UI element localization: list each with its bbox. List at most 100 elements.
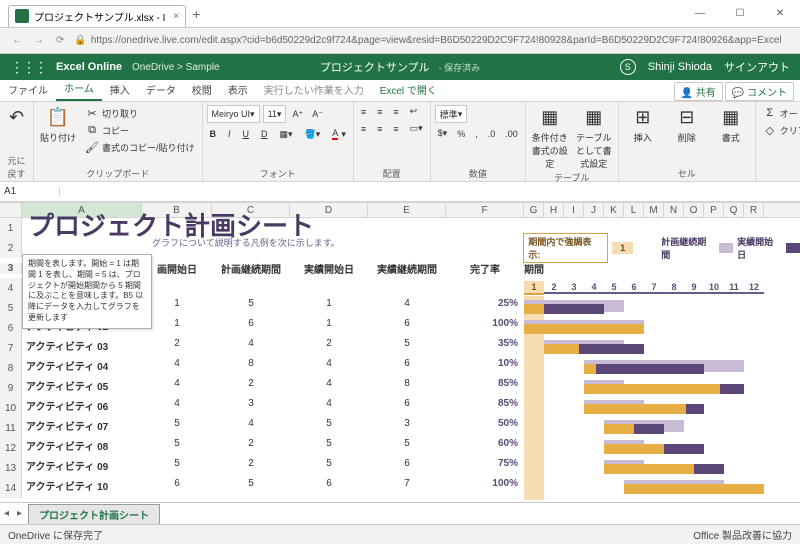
activity-name[interactable]: アクティビティ 05: [22, 378, 142, 398]
currency-button[interactable]: $▾: [435, 127, 451, 140]
comma-button[interactable]: ,: [472, 127, 481, 140]
spreadsheet-grid[interactable]: A BC DE FG HI JK LM NO PQ R プロジェクト計画シート …: [0, 202, 800, 502]
align-top[interactable]: ≡: [358, 105, 369, 118]
app-name[interactable]: Excel Online: [56, 61, 122, 73]
url-field[interactable]: https://onedrive.live.com/edit.aspx?cid=…: [91, 35, 782, 46]
refresh-button[interactable]: ⟳: [56, 35, 64, 46]
border-button[interactable]: ▦▾: [277, 127, 296, 141]
user-name[interactable]: Shinji Shioda: [648, 61, 712, 73]
dec-dec[interactable]: .00: [502, 127, 521, 140]
font-size-select[interactable]: 11 ▾: [263, 105, 287, 123]
activity-name[interactable]: アクティビティ 04: [22, 358, 142, 378]
new-tab-button[interactable]: +: [192, 6, 200, 22]
table-row[interactable]: 12 アクティビティ 08 5 2 5 5 60%: [0, 438, 800, 458]
close-tab-icon[interactable]: ×: [173, 11, 179, 22]
activity-name[interactable]: アクティビティ 08: [22, 438, 142, 458]
status-right[interactable]: Office 製品改善に協力: [693, 527, 792, 542]
row-10[interactable]: 10: [0, 398, 22, 418]
italic-button[interactable]: I: [225, 127, 234, 141]
activity-name[interactable]: アクティビティ 06: [22, 398, 142, 418]
row-12[interactable]: 12: [0, 438, 22, 458]
maximize-button[interactable]: ☐: [720, 0, 760, 28]
fontcolor-button[interactable]: A▾: [329, 127, 349, 141]
row-9[interactable]: 9: [0, 378, 22, 398]
sign-out[interactable]: サインアウト: [724, 59, 790, 75]
format-cells[interactable]: ▦書式: [711, 105, 751, 144]
align-mid[interactable]: ≡: [374, 105, 385, 118]
forward-button[interactable]: →: [34, 35, 44, 46]
row-3[interactable]: 3: [0, 263, 22, 274]
comments-button[interactable]: 💬 コメント: [725, 82, 794, 101]
underline-button[interactable]: U: [240, 127, 253, 141]
tab-file[interactable]: ファイル: [0, 78, 56, 101]
doc-title[interactable]: プロジェクトサンプル: [320, 62, 430, 74]
align-center[interactable]: ≡: [374, 122, 385, 135]
table-row[interactable]: 14 アクティビティ 10 6 5 6 7 100%: [0, 478, 800, 498]
breadcrumb[interactable]: OneDrive > Sample: [132, 62, 220, 73]
table-row[interactable]: 13 アクティビティ 09 5 2 5 6 75%: [0, 458, 800, 478]
row-11[interactable]: 11: [0, 418, 22, 438]
wrap-text[interactable]: ↩: [407, 105, 421, 118]
delete-cells[interactable]: ⊟削除: [667, 105, 707, 144]
activity-name[interactable]: アクティビティ 03: [22, 338, 142, 358]
highlight-value[interactable]: 1: [612, 242, 633, 254]
table-row[interactable]: 7 アクティビティ 03 2 4 2 5 35%: [0, 338, 800, 358]
cut-button[interactable]: ✂切り取り: [82, 105, 198, 121]
select-all[interactable]: [0, 203, 22, 217]
row-5[interactable]: 5: [0, 298, 22, 318]
table-row[interactable]: 10 アクティビティ 06 4 3 4 6 85%: [0, 398, 800, 418]
paste-button[interactable]: 📋貼り付け: [38, 105, 78, 144]
copy-button[interactable]: ⧉コピー: [82, 122, 198, 138]
insert-cells[interactable]: ⊞挿入: [623, 105, 663, 144]
row-8[interactable]: 8: [0, 358, 22, 378]
row-1[interactable]: 1: [0, 218, 22, 238]
name-box[interactable]: A1: [0, 186, 60, 197]
tab-data[interactable]: データ: [138, 78, 184, 101]
align-right[interactable]: ≡: [390, 122, 401, 135]
activity-name[interactable]: アクティビティ 10: [22, 478, 142, 498]
skype-icon[interactable]: S: [620, 59, 636, 75]
tab-review[interactable]: 校閲: [184, 78, 220, 101]
activity-name[interactable]: アクティビティ 09: [22, 458, 142, 478]
align-left[interactable]: ≡: [358, 122, 369, 135]
undo-button[interactable]: ↶: [4, 105, 29, 129]
share-button[interactable]: 👤 共有: [674, 82, 723, 101]
table-row[interactable]: 8 アクティビティ 04 4 8 4 6 10%: [0, 358, 800, 378]
row-7[interactable]: 7: [0, 338, 22, 358]
app-launcher-icon[interactable]: ⋮⋮⋮: [10, 59, 46, 76]
tab-insert[interactable]: 挿入: [102, 78, 138, 101]
format-table-button[interactable]: ▦テーブルとして書式設定: [574, 105, 614, 170]
row-13[interactable]: 13: [0, 458, 22, 478]
table-row[interactable]: 11 アクティビティ 07 5 4 5 3 50%: [0, 418, 800, 438]
table-row[interactable]: 9 アクティビティ 05 4 2 4 8 85%: [0, 378, 800, 398]
cond-format-button[interactable]: ▦条件付き書式の設定: [530, 105, 570, 170]
shrink-font[interactable]: A⁻: [309, 105, 326, 123]
autosum-button[interactable]: Σオート SUM ▾: [760, 105, 800, 121]
format-painter-button[interactable]: 🖌書式のコピー/貼り付け: [82, 139, 198, 155]
number-format-select[interactable]: 標準 ▾: [435, 105, 468, 123]
activity-name[interactable]: アクティビティ 07: [22, 418, 142, 438]
row-14[interactable]: 14: [0, 478, 22, 498]
row-4[interactable]: 4: [0, 278, 22, 298]
close-window-button[interactable]: ✕: [760, 0, 800, 28]
inc-dec[interactable]: .0: [485, 127, 499, 140]
grow-font[interactable]: A⁺: [289, 105, 306, 123]
bold-button[interactable]: B: [207, 127, 220, 141]
tab-view[interactable]: 表示: [220, 78, 256, 101]
percent-button[interactable]: %: [454, 127, 468, 140]
open-in-excel[interactable]: Excel で開く: [372, 78, 445, 101]
back-button[interactable]: ←: [12, 35, 22, 46]
browser-tab[interactable]: プロジェクトサンプル.xlsx - I ×: [8, 5, 186, 27]
sheet-nav-next[interactable]: ▸: [13, 508, 26, 519]
row-6[interactable]: 6: [0, 318, 22, 338]
tell-me-box[interactable]: 実行したい作業を入力: [256, 78, 372, 101]
tab-home[interactable]: ホーム: [56, 76, 102, 101]
clear-button[interactable]: ◇クリア ▾: [760, 122, 800, 138]
minimize-button[interactable]: —: [680, 0, 720, 28]
dunder-button[interactable]: D: [258, 127, 271, 141]
row-2[interactable]: 2: [0, 238, 22, 258]
sheet-nav-prev[interactable]: ◂: [0, 508, 13, 519]
merge-cells[interactable]: ▭▾: [407, 122, 426, 135]
font-name-select[interactable]: Meiryo UI ▾: [207, 105, 260, 123]
align-bot[interactable]: ≡: [390, 105, 401, 118]
